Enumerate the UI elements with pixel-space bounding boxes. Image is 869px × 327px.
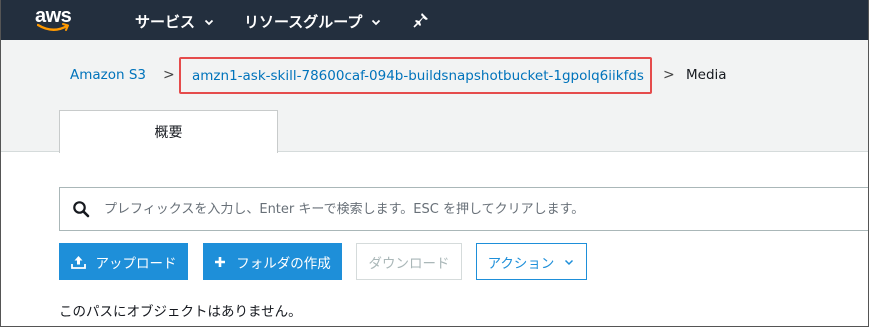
create-folder-button[interactable]: フォルダの作成	[203, 243, 342, 280]
services-menu-label: サービス	[135, 13, 196, 31]
chevron-down-icon	[204, 19, 214, 25]
pin-icon[interactable]	[413, 12, 429, 28]
resource-groups-menu[interactable]: リソースグループ	[244, 11, 382, 32]
s3-console-window: aws サービス リソースグループ Amazon S3 > amzn1-ask-…	[0, 0, 869, 327]
tab-overview[interactable]: 概要	[59, 110, 278, 153]
breadcrumb-separator: >	[663, 67, 675, 83]
download-button[interactable]: ダウンロード	[356, 243, 462, 280]
prefix-search-box[interactable]	[59, 187, 868, 231]
search-icon	[73, 201, 90, 218]
tab-overview-label: 概要	[154, 125, 183, 141]
page-header: Amazon S3 > amzn1-ask-skill-78600caf-094…	[1, 40, 868, 153]
aws-smile-icon	[37, 23, 69, 31]
plus-icon	[215, 256, 226, 267]
resource-groups-menu-label: リソースグループ	[244, 13, 363, 31]
breadcrumb-separator: >	[163, 67, 175, 83]
actions-dropdown-button[interactable]: アクション	[476, 243, 587, 280]
create-folder-button-label: フォルダの作成	[236, 255, 331, 272]
actions-dropdown-label: アクション	[487, 255, 555, 272]
upload-icon	[70, 255, 86, 269]
breadcrumb-current-folder: Media	[686, 67, 727, 83]
download-button-label: ダウンロード	[368, 255, 450, 272]
chevron-down-icon	[565, 259, 574, 265]
chevron-down-icon	[372, 19, 381, 25]
breadcrumb-bucket[interactable]: amzn1-ask-skill-78600caf-094b-buildsnaps…	[179, 57, 652, 94]
aws-logo[interactable]: aws	[35, 5, 87, 35]
services-menu[interactable]: サービス	[135, 11, 215, 32]
top-navigation-bar: aws サービス リソースグループ	[1, 0, 868, 40]
breadcrumb-amazon-s3[interactable]: Amazon S3	[70, 67, 146, 83]
upload-button-label: アップロード	[95, 255, 177, 272]
prefix-search-input[interactable]	[104, 201, 824, 217]
empty-folder-message: このパスにオブジェクトはありません。	[59, 304, 302, 320]
upload-button[interactable]: アップロード	[59, 243, 188, 280]
